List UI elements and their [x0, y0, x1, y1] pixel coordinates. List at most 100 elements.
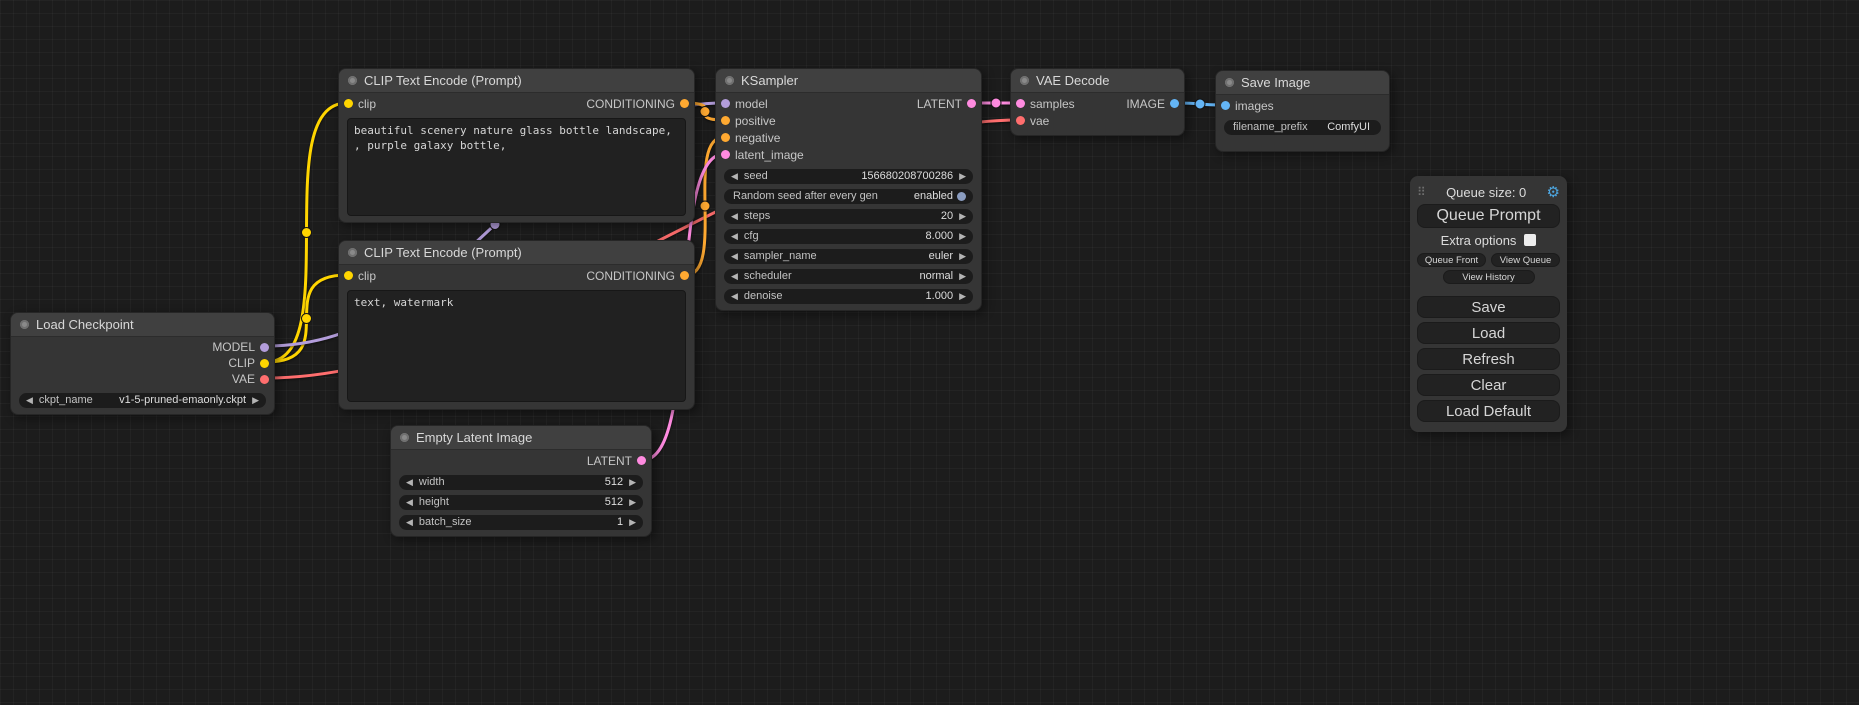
node-title: Load Checkpoint [36, 317, 134, 332]
input-port-samples[interactable] [1016, 99, 1025, 108]
collapse-dot-icon[interactable] [400, 433, 409, 442]
arrow-left-icon[interactable]: ◀ [406, 498, 413, 507]
input-port-vae[interactable] [1016, 116, 1025, 125]
input-label-vae: vae [1030, 114, 1049, 128]
node-clip-text-encode-positive[interactable]: CLIP Text Encode (Prompt) clip CONDITION… [338, 68, 695, 223]
widget-random-seed-toggle[interactable]: Random seed after every gen enabled [724, 189, 973, 204]
arrow-left-icon[interactable]: ◀ [731, 212, 738, 221]
widget-filename-prefix[interactable]: filename_prefix ComfyUI [1224, 120, 1381, 135]
input-port-latent-image[interactable] [721, 150, 730, 159]
settings-gear-icon[interactable]: ⚙ [1547, 185, 1560, 200]
node-save-image[interactable]: Save Image images filename_prefix ComfyU… [1215, 70, 1390, 152]
queue-size-label: Queue size: 0 [1426, 185, 1547, 200]
output-label-latent: LATENT [917, 97, 962, 111]
output-port-clip[interactable] [260, 359, 269, 368]
prompt-textarea[interactable]: text, watermark [347, 290, 686, 402]
widget-cfg[interactable]: ◀ cfg 8.000 ▶ [724, 229, 973, 244]
arrow-left-icon[interactable]: ◀ [731, 272, 738, 281]
node-header[interactable]: Load Checkpoint [11, 313, 274, 337]
arrow-right-icon[interactable]: ▶ [629, 498, 636, 507]
view-history-button[interactable]: View History [1443, 270, 1535, 284]
toggle-indicator-icon[interactable] [957, 192, 966, 201]
arrow-right-icon[interactable]: ▶ [959, 252, 966, 261]
arrow-left-icon[interactable]: ◀ [731, 172, 738, 181]
node-header[interactable]: VAE Decode [1011, 69, 1184, 93]
widget-label: scheduler [744, 269, 792, 284]
arrow-right-icon[interactable]: ▶ [252, 396, 259, 405]
node-title: KSampler [741, 73, 798, 88]
save-button[interactable]: Save [1417, 296, 1560, 318]
arrow-right-icon[interactable]: ▶ [629, 518, 636, 527]
widget-height[interactable]: ◀ height 512 ▶ [399, 495, 643, 510]
graph-canvas[interactable]: Load Checkpoint MODEL CLIP VAE [0, 0, 1859, 705]
widget-label: denoise [744, 289, 783, 304]
output-port-latent[interactable] [967, 99, 976, 108]
collapse-dot-icon[interactable] [348, 76, 357, 85]
node-load-checkpoint[interactable]: Load Checkpoint MODEL CLIP VAE [10, 312, 275, 415]
widget-steps[interactable]: ◀ steps 20 ▶ [724, 209, 973, 224]
link-midpoint-dot [700, 107, 710, 117]
queue-buttons-row: Queue Front View Queue [1417, 253, 1560, 267]
node-clip-text-encode-negative[interactable]: CLIP Text Encode (Prompt) clip CONDITION… [338, 240, 695, 410]
prompt-textarea[interactable]: beautiful scenery nature glass bottle la… [347, 118, 686, 216]
input-port-model[interactable] [721, 99, 730, 108]
node-header[interactable]: CLIP Text Encode (Prompt) [339, 241, 694, 265]
widget-ckpt-name[interactable]: ◀ ckpt_name v1-5-pruned-emaonly.ckpt ▶ [19, 393, 266, 408]
collapse-dot-icon[interactable] [725, 76, 734, 85]
arrow-left-icon[interactable]: ◀ [26, 396, 33, 405]
input-port-clip[interactable] [344, 271, 353, 280]
widget-batch-size[interactable]: ◀ batch_size 1 ▶ [399, 515, 643, 530]
link-midpoint-dot [700, 201, 710, 211]
input-port-clip[interactable] [344, 99, 353, 108]
output-port-conditioning[interactable] [680, 271, 689, 280]
input-label-images: images [1235, 99, 1274, 113]
input-port-images[interactable] [1221, 101, 1230, 110]
node-header[interactable]: CLIP Text Encode (Prompt) [339, 69, 694, 93]
output-port-latent[interactable] [637, 456, 646, 465]
output-port-conditioning[interactable] [680, 99, 689, 108]
node-header[interactable]: Save Image [1216, 71, 1389, 95]
arrow-left-icon[interactable]: ◀ [731, 232, 738, 241]
input-port-negative[interactable] [721, 133, 730, 142]
output-port-model[interactable] [260, 343, 269, 352]
collapse-dot-icon[interactable] [20, 320, 29, 329]
output-port-vae[interactable] [260, 375, 269, 384]
node-title: CLIP Text Encode (Prompt) [364, 73, 522, 88]
arrow-right-icon[interactable]: ▶ [959, 292, 966, 301]
refresh-button[interactable]: Refresh [1417, 348, 1560, 370]
widget-scheduler[interactable]: ◀ scheduler normal ▶ [724, 269, 973, 284]
node-empty-latent-image[interactable]: Empty Latent Image LATENT ◀ width 512 ▶ … [390, 425, 652, 537]
widget-sampler-name[interactable]: ◀ sampler_name euler ▶ [724, 249, 973, 264]
node-header[interactable]: KSampler [716, 69, 981, 93]
arrow-right-icon[interactable]: ▶ [959, 212, 966, 221]
queue-front-button[interactable]: Queue Front [1417, 253, 1486, 267]
extra-options-checkbox[interactable] [1524, 234, 1536, 246]
arrow-right-icon[interactable]: ▶ [959, 272, 966, 281]
widget-seed[interactable]: ◀ seed 156680208700286 ▶ [724, 169, 973, 184]
load-default-button[interactable]: Load Default [1417, 400, 1560, 422]
arrow-right-icon[interactable]: ▶ [959, 232, 966, 241]
input-port-positive[interactable] [721, 116, 730, 125]
widget-denoise[interactable]: ◀ denoise 1.000 ▶ [724, 289, 973, 304]
collapse-dot-icon[interactable] [1020, 76, 1029, 85]
clear-button[interactable]: Clear [1417, 374, 1560, 396]
view-queue-button[interactable]: View Queue [1491, 253, 1560, 267]
load-button[interactable]: Load [1417, 322, 1560, 344]
collapse-dot-icon[interactable] [1225, 78, 1234, 87]
arrow-right-icon[interactable]: ▶ [959, 172, 966, 181]
collapse-dot-icon[interactable] [348, 248, 357, 257]
arrow-right-icon[interactable]: ▶ [629, 478, 636, 487]
node-header[interactable]: Empty Latent Image [391, 426, 651, 450]
widget-label: seed [744, 169, 768, 184]
widget-width[interactable]: ◀ width 512 ▶ [399, 475, 643, 490]
queue-prompt-button[interactable]: Queue Prompt [1417, 204, 1560, 228]
node-ksampler[interactable]: KSampler model LATENT positive [715, 68, 982, 311]
arrow-left-icon[interactable]: ◀ [731, 292, 738, 301]
arrow-left-icon[interactable]: ◀ [406, 518, 413, 527]
arrow-left-icon[interactable]: ◀ [406, 478, 413, 487]
output-port-image[interactable] [1170, 99, 1179, 108]
node-vae-decode[interactable]: VAE Decode samples IMAGE vae [1010, 68, 1185, 136]
arrow-left-icon[interactable]: ◀ [731, 252, 738, 261]
node-title: VAE Decode [1036, 73, 1109, 88]
drag-handle-icon[interactable]: ⠿ [1417, 185, 1426, 199]
